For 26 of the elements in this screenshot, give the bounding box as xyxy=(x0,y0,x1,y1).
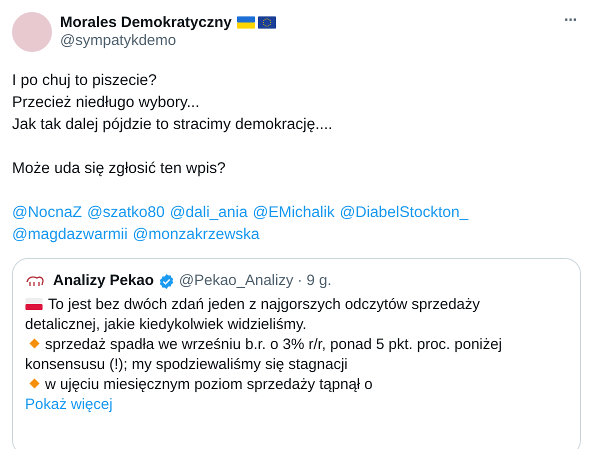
mention-link[interactable]: @monzakrzewska xyxy=(132,224,260,246)
flag-icon xyxy=(236,16,255,29)
diamond-icon xyxy=(29,378,40,389)
quoted-tweet-card[interactable] xyxy=(12,258,581,449)
quoted-author-name[interactable]: Analizy Pekao xyxy=(53,271,154,291)
tweet-text-line: Jak tak dalej pójdzie to stracimy demokrację.... xyxy=(12,115,334,135)
mention-link[interactable]: @DiabelStockton_ xyxy=(340,202,468,224)
mention-link[interactable]: @magdazwarmii xyxy=(12,224,128,246)
tweet-text-line: Może uda się zgłosić ten wpis? xyxy=(12,159,227,179)
flag-icon xyxy=(258,16,276,29)
quoted-text: w ujęciu miesięcznym poziom sprzedaży tąpnął o xyxy=(25,375,568,395)
tweet-text-line: Przecież niedługo wybory... xyxy=(12,93,201,113)
mention-link[interactable]: @szatko80 xyxy=(87,202,165,224)
diamond-icon xyxy=(29,338,40,349)
quoted-author-handle[interactable]: @Pekao_Analizy xyxy=(178,271,294,291)
mention-link[interactable]: @dali_ania xyxy=(170,202,248,224)
mention-link[interactable]: @NocnaZ xyxy=(12,202,82,224)
author-handle[interactable]: @sympatykdemo xyxy=(60,32,552,49)
mention-link[interactable]: @EMichalik xyxy=(252,202,335,224)
more-button[interactable]: ··· xyxy=(560,12,581,30)
post-time: · 9 g. xyxy=(297,271,332,291)
show-more-link[interactable]: Pokaż więcej xyxy=(25,395,113,415)
author-name[interactable]: Morales Demokratyczny xyxy=(60,14,232,31)
quoted-text: To jest bez dwóch zdań jeden z najgorszych odczytów sprzedaży detalicznej, jakie kiedykolwiek widzieliśmy. xyxy=(25,295,481,335)
flag-icon xyxy=(25,298,43,310)
tweet-text-line: I po chuj to piszecie? xyxy=(12,71,158,91)
